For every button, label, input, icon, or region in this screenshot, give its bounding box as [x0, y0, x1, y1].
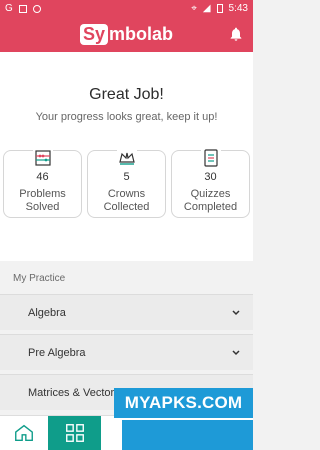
watermark: MYAPKS.COM	[114, 388, 253, 418]
practice-item-label: Matrices & Vectors	[28, 386, 120, 399]
crowns-card[interactable]: 5 Crowns Collected	[87, 148, 166, 218]
crowns-count: 5	[123, 171, 130, 183]
quizzes-label: Quizzes Completed	[183, 188, 238, 213]
record-icon	[32, 4, 41, 13]
watermark-base	[122, 420, 253, 450]
problems-count: 46	[36, 171, 49, 183]
status-bar: G ⌖ ◢ 5:43	[0, 0, 253, 17]
home-icon	[15, 424, 33, 442]
crowns-label: Crowns Collected	[103, 188, 150, 213]
stats-cards: 46 Problems Solved 5 Crowns Collected 30…	[3, 148, 250, 218]
practice-item-pre-algebra[interactable]: Pre Algebra	[0, 334, 253, 370]
summary-title: Great Job!	[89, 86, 164, 103]
quiz-icon	[200, 148, 221, 168]
nav-grid[interactable]	[48, 415, 101, 450]
problems-label: Problems Solved	[19, 188, 66, 213]
sim-icon	[18, 4, 27, 13]
chevron-down-icon	[232, 309, 240, 315]
practice-item-label: Pre Algebra	[28, 346, 86, 359]
quizzes-count: 30	[204, 171, 217, 183]
symbolab-logo[interactable]: Sy mbolab	[79, 24, 174, 45]
practice-item-algebra[interactable]: Algebra	[0, 294, 253, 330]
abacus-icon	[32, 148, 53, 168]
quizzes-card[interactable]: 30 Quizzes Completed	[171, 148, 250, 218]
location-icon: ⌖	[191, 3, 197, 14]
status-left: G	[5, 3, 41, 14]
nav-home[interactable]	[0, 416, 48, 450]
problems-card[interactable]: 46 Problems Solved	[3, 148, 82, 218]
practice-item-label: Algebra	[28, 306, 66, 319]
summary-subtitle: Your progress looks great, keep it up!	[35, 111, 218, 123]
grid-icon	[65, 424, 84, 442]
status-right: ⌖ ◢ 5:43	[191, 3, 248, 14]
logo-prefix: Sy	[79, 24, 108, 45]
g-icon: G	[5, 3, 13, 14]
practice-header: My Practice	[13, 273, 66, 284]
bell-icon[interactable]	[228, 26, 244, 42]
summary-section: Great Job! Your progress looks great, ke…	[0, 52, 253, 261]
app-bar: Sy mbolab	[0, 17, 253, 52]
battery-icon	[216, 4, 223, 13]
crown-icon	[116, 148, 137, 168]
time: 5:43	[228, 3, 248, 14]
logo-suffix: mbolab	[109, 24, 174, 44]
wifi-icon: ◢	[202, 3, 211, 14]
chevron-down-icon	[232, 349, 240, 355]
